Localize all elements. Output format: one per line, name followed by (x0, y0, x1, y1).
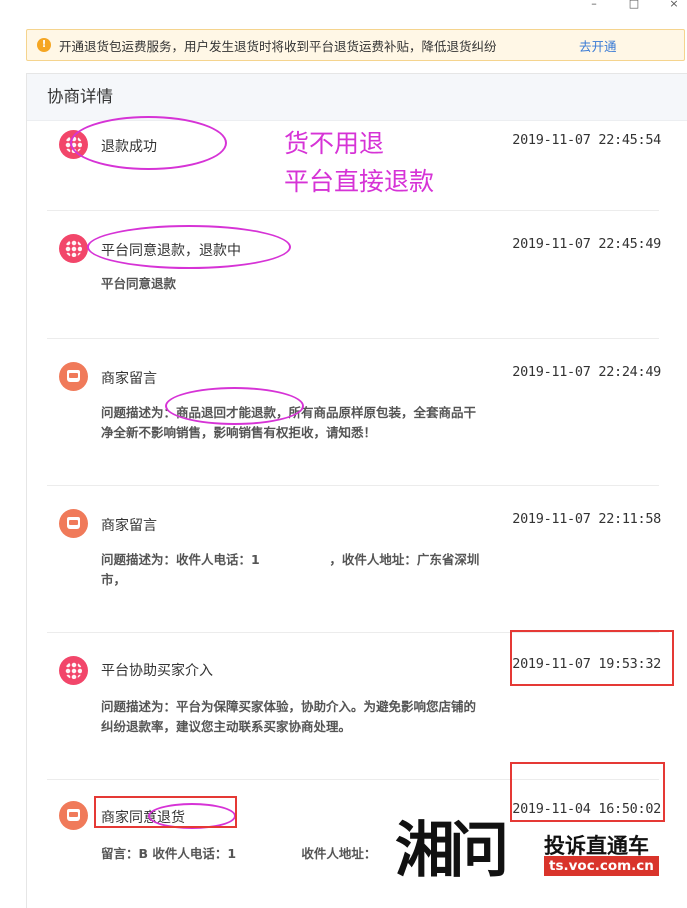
maximize-button[interactable]: □ (627, 0, 641, 9)
warning-icon: ! (37, 38, 51, 52)
merchant-icon (59, 509, 88, 538)
merchant-icon (59, 801, 88, 830)
record-title: 商家留言 (101, 518, 157, 534)
highlight-ellipse (165, 387, 304, 425)
window-controls: – □ × (587, 0, 681, 9)
watermark-glyphs: 湘问 (395, 816, 509, 886)
record-item: 商家留言 2019-11-07 22:24:49 问题描述为：商品退回才能退款，… (48, 362, 661, 462)
annotation-line2: 平台直接退款 (284, 167, 435, 196)
highlight-box (510, 630, 674, 686)
watermark-url: ts.voc.com.cn (544, 856, 659, 876)
highlight-ellipse (87, 225, 291, 269)
record-time: 2019-11-07 22:45:54 (512, 132, 661, 148)
minimize-button[interactable]: – (587, 0, 601, 9)
notice-open-link[interactable]: 去开通 (579, 36, 617, 55)
record-time: 2019-11-07 22:11:58 (512, 511, 661, 527)
divider (47, 210, 659, 211)
highlight-ellipse (70, 116, 227, 170)
merchant-icon (59, 362, 88, 391)
record-desc: 平台同意退款 (101, 276, 177, 291)
platform-icon (59, 656, 88, 685)
platform-icon (59, 234, 88, 263)
record-desc: 问题描述为：平台为保障买家体验，协助介入。为避免影响您店铺的纠纷退款率，建议您主… (101, 699, 477, 734)
highlight-box (94, 796, 237, 828)
record-time: 2019-11-07 22:45:49 (512, 236, 661, 252)
record-title: 商家留言 (101, 371, 157, 387)
watermark-logo: 湘问 投诉直通车 ts.voc.com.cn (395, 812, 680, 892)
annotation-line1: 货不用退 (284, 129, 385, 158)
divider (47, 338, 659, 339)
record-item: 商家留言 2019-11-07 22:11:58 问题描述为：收件人电话：1 ，… (48, 509, 661, 609)
panel-title: 协商详情 (27, 74, 687, 121)
notice-text: 开通退货包运费服务，用户发生退货时将收到平台退货运费补贴，降低退货纠纷 (59, 38, 497, 54)
close-button[interactable]: × (667, 0, 681, 9)
notice-bar: ! 开通退货包运费服务，用户发生退货时将收到平台退货运费补贴，降低退货纠纷 去开… (26, 29, 685, 61)
record-desc: 问题描述为：收件人电话：1 ，收件人地址：广东省深圳市， (101, 552, 480, 587)
record-time: 2019-11-07 22:24:49 (512, 364, 661, 380)
divider (47, 485, 659, 486)
record-title: 平台协助买家介入 (101, 663, 213, 679)
